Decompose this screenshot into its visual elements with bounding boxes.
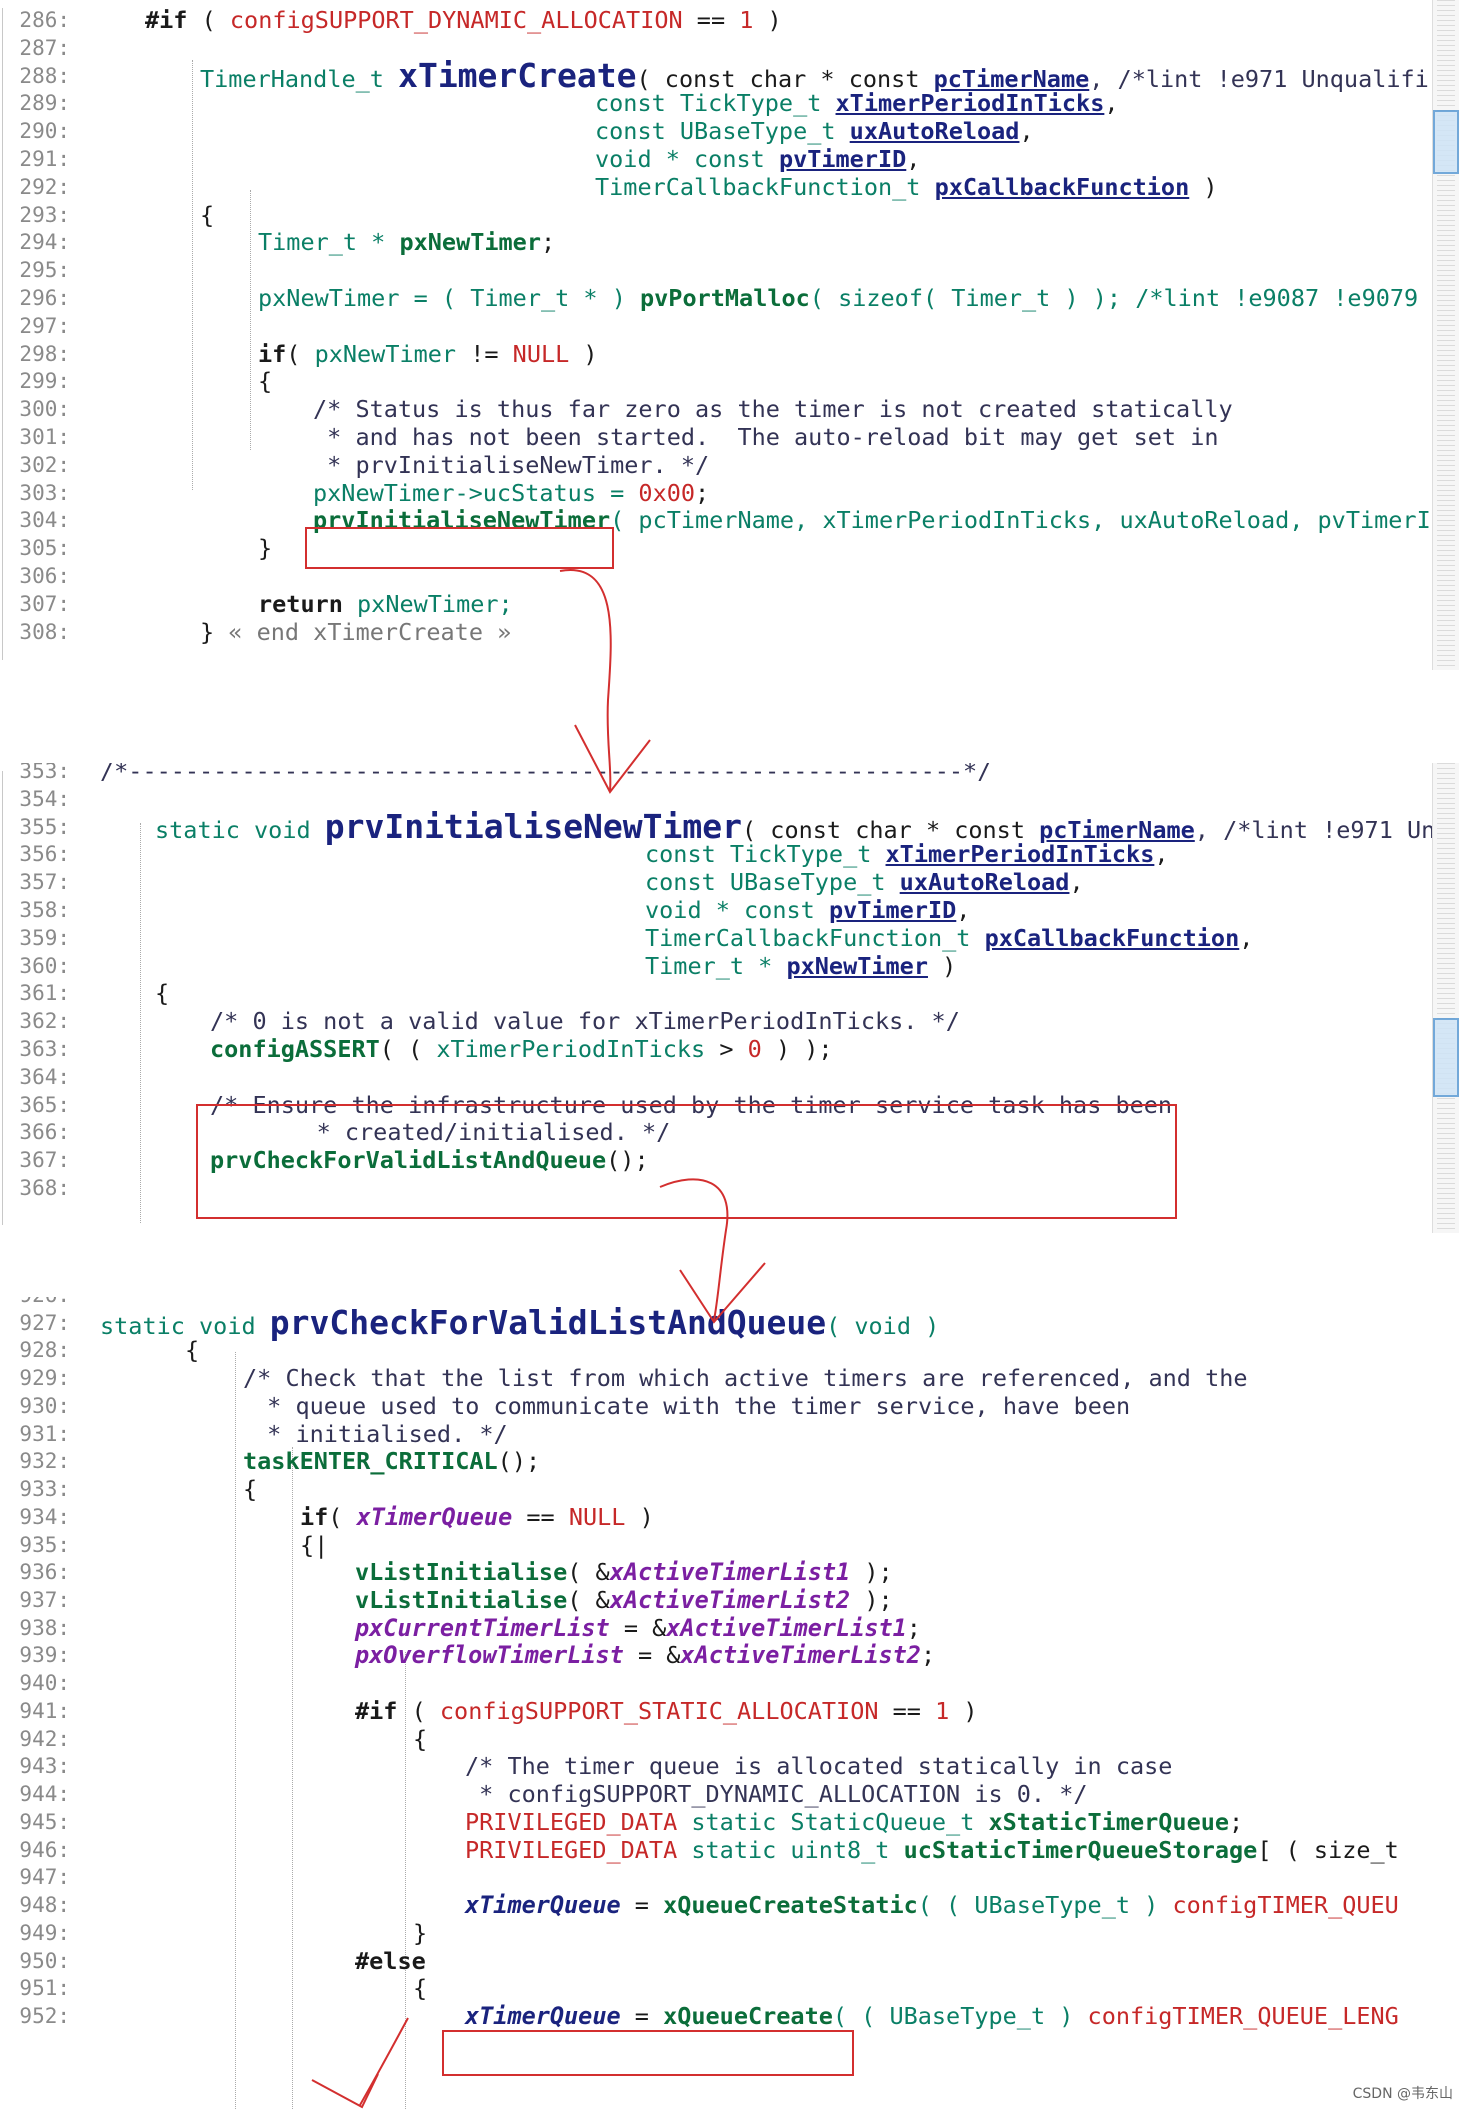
watermark: CSDN @韦东山 [1352,2086,1453,2102]
arrow-3-shaft [359,2017,409,2106]
screenshot-canvas: 286: #if ( configSUPPORT_DYNAMIC_ALLOCATI… [0,0,1461,2109]
arrow-1-shaft [559,568,612,791]
arrow-2-head [679,1262,766,1324]
arrow-1-head [574,724,651,794]
annotation-arrows [311,568,766,2109]
arrow-2-shaft [659,1178,729,1321]
